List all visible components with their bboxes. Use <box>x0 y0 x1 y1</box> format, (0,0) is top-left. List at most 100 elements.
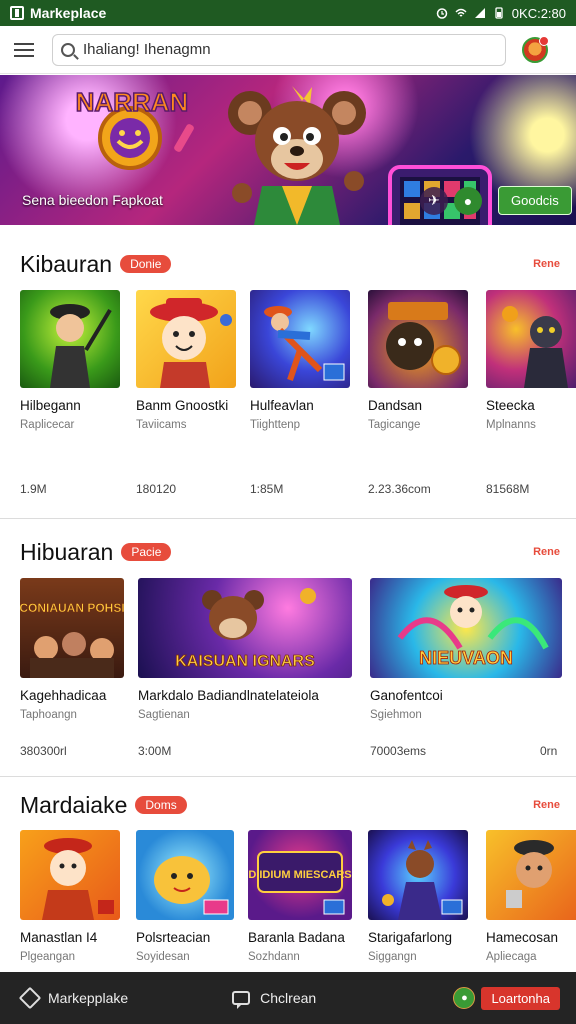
thumbnail-title-text: CONIAUAN POHSI <box>20 601 124 615</box>
app-card[interactable]: DIIDIUM MIESCARS Baranla Badana Sozhdann <box>248 830 352 972</box>
app-thumbnail <box>20 290 120 388</box>
app-thumbnail <box>20 830 120 920</box>
app-row-2: CONIAUAN POHSI Kagehhadicaa Taphoangn 38… <box>0 578 576 778</box>
app-title: Hamecosan <box>486 930 559 945</box>
status-time: 0KC:2:80 <box>511 5 566 21</box>
app-card[interactable]: KAISUAN IGNARS Markdalo Badiandlnatelate… <box>138 578 352 778</box>
banner-cta-button[interactable]: Goodcis <box>498 186 572 215</box>
app-title: Hilbegann <box>20 398 81 413</box>
app-subtitle: Apliecaga <box>486 951 537 963</box>
app-card[interactable]: Manastlan I4 Plgeangan <box>20 830 120 972</box>
notification-icon[interactable]: ● <box>453 987 476 1009</box>
avatar[interactable] <box>522 35 549 63</box>
app-subtitle: Sozhdann <box>248 951 300 963</box>
app-thumbnail <box>486 290 576 388</box>
app-subtitle: Sgiehmon <box>370 709 422 721</box>
app-title: Steecka <box>486 398 535 413</box>
app-title: Banm Gnoostki <box>136 398 229 413</box>
app-thumbnail: KAISUAN IGNARS <box>138 578 352 678</box>
app-downloads: 81568M <box>486 482 530 496</box>
app-downloads: 70003ems <box>370 744 427 758</box>
app-subtitle: Plgeangan <box>20 951 75 963</box>
marketplace-icon <box>18 986 42 1010</box>
app-title: Baranla Badana <box>248 930 345 945</box>
bottom-nav: Markepplake Chclrean ● Loartonha <box>0 972 576 1024</box>
battery-icon <box>495 7 503 19</box>
app-thumbnail <box>368 830 468 920</box>
app-subtitle: Soyidesan <box>136 951 190 963</box>
nav-cta-button[interactable]: Loartonha <box>481 986 560 1010</box>
nav-marketplace[interactable]: Markepplake <box>18 986 128 1010</box>
app-title: Hulfeavlan <box>250 398 314 413</box>
app-subtitle: Tiighttenp <box>250 419 301 431</box>
app-title: Kagehhadicaa <box>20 688 107 703</box>
app-card[interactable]: Polsrteacian Soyidesan <box>136 830 234 972</box>
app-card[interactable]: NIEUVAON Ganofentcoi Sgiehmon 70003ems <box>370 578 562 778</box>
app-card[interactable]: Dandsan Tagicange 2.23.36com <box>368 290 468 510</box>
alarm-icon <box>436 8 448 19</box>
app-subtitle: Sagtienan <box>138 709 190 721</box>
app-card[interactable]: Hamecosan Apliecaga <box>486 830 576 972</box>
app-card[interactable]: CONIAUAN POHSI Kagehhadicaa Taphoangn 38… <box>20 578 124 778</box>
app-thumbnail: NIEUVAON <box>370 578 562 678</box>
app-title: Markdalo Badiandlnatelateiola <box>138 688 319 703</box>
app-card[interactable]: Steecka Mplnanns 81568M <box>486 290 576 510</box>
section-kibauran: Kibauran Donie Rene <box>0 244 576 284</box>
app-title: Polsrteacian <box>136 930 211 945</box>
chat-bubble-icon[interactable]: ● <box>454 186 482 215</box>
mascot-illustration <box>228 86 366 225</box>
see-more-link[interactable]: Rene <box>533 799 560 811</box>
divider <box>0 518 576 519</box>
app-downloads: 1.9M <box>20 482 47 496</box>
status-icons: 0KC:2:80 <box>436 6 566 21</box>
app-row-3: Manastlan I4 Plgeangan Polsrteacian Soyi… <box>0 830 576 972</box>
section-mardaiake: Mardaiake Doms Rene <box>0 785 576 825</box>
thumbnail-title-text: DIIDIUM MIESCARS <box>248 869 351 881</box>
nav-chat[interactable]: Chclrean <box>232 990 317 1009</box>
hero-banner[interactable]: NARRAN Sena bieedon Fapkoat ✈ ● Goodcis <box>0 75 576 225</box>
app-downloads: 0rn <box>540 744 558 758</box>
app-card[interactable]: Hilbegann Raplicecar 1.9M <box>20 290 120 510</box>
app-title: Ganofentcoi <box>370 688 443 703</box>
banner-actions: ✈ ● Goodcis <box>420 186 572 215</box>
app-thumbnail <box>486 830 576 920</box>
section-hibuaran: Hibuaran Pacie Rene <box>0 532 576 572</box>
marketplace-app-icon <box>10 6 24 20</box>
app-subtitle: Tagicange <box>368 419 421 431</box>
app-thumbnail <box>368 290 468 388</box>
app-downloads: 180120 <box>136 482 177 496</box>
app-card[interactable]: Hulfeavlan Tiighttenp 1:85M <box>250 290 350 510</box>
app-downloads: 1:85M <box>250 482 284 496</box>
search-bar[interactable] <box>52 33 506 66</box>
see-more-link[interactable]: Rene <box>533 258 560 270</box>
app-card[interactable]: Starigafarlong Siggangn <box>368 830 468 972</box>
app-card[interactable]: Banm Gnoostki Taviicams 180120 <box>136 290 236 510</box>
see-more-link[interactable]: Rene <box>533 546 560 558</box>
app-thumbnail <box>136 830 234 920</box>
app-title: Starigafarlong <box>368 930 453 945</box>
app-downloads: 3:00M <box>138 744 172 758</box>
app-row-1: Hilbegann Raplicecar 1.9M Banm Gnoostki … <box>0 290 576 510</box>
app-title: Manastlan I4 <box>20 930 98 945</box>
section-badge[interactable]: Pacie <box>121 543 172 561</box>
section-badge[interactable]: Donie <box>120 255 172 273</box>
search-input[interactable] <box>83 41 483 58</box>
chat-icon <box>232 991 251 1009</box>
section-header: Mardaiake Doms Rene <box>0 785 576 825</box>
app-subtitle: Mplnanns <box>486 419 536 431</box>
nav-chat-label: Chclrean <box>260 990 317 1006</box>
hamburger-menu-icon[interactable] <box>14 42 34 57</box>
status-title: Markeplace <box>30 5 107 21</box>
airplane-icon[interactable]: ✈ <box>420 186 448 215</box>
signal-icon <box>474 8 485 18</box>
section-title: Kibauran <box>20 250 113 277</box>
app-subtitle: Raplicecar <box>20 419 75 431</box>
section-badge[interactable]: Doms <box>135 796 187 814</box>
banner-caption: Sena bieedon Fapkoat <box>22 192 163 208</box>
divider <box>0 776 576 777</box>
app-thumbnail <box>250 290 350 388</box>
app-thumbnail: DIIDIUM MIESCARS <box>248 830 352 920</box>
nav-cta-group[interactable]: ● Loartonha <box>453 986 560 1010</box>
app-title: Dandsan <box>368 398 423 413</box>
app-subtitle: Taphoangn <box>20 709 77 721</box>
